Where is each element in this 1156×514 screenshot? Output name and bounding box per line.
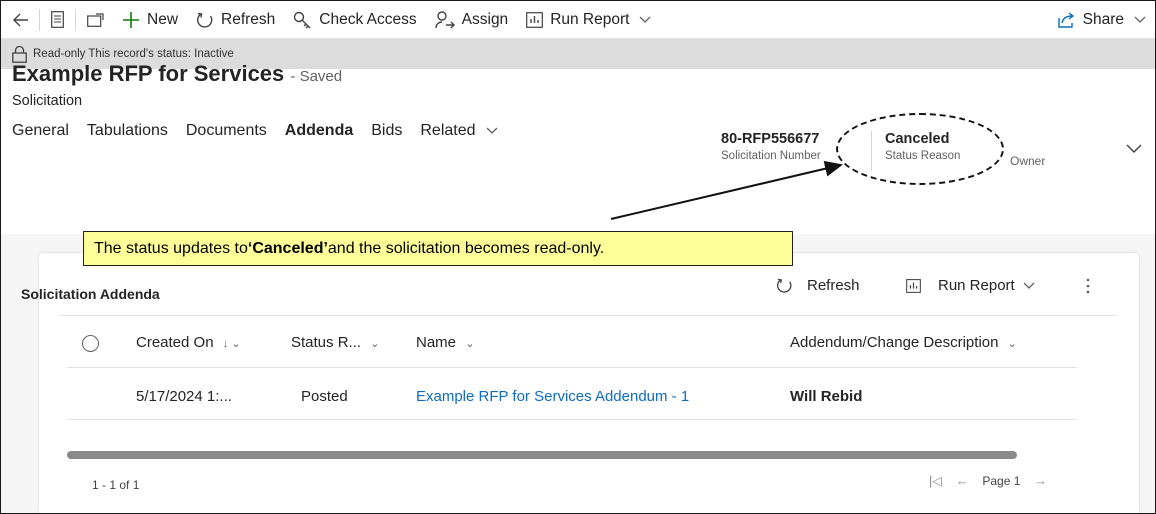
column-created-on-label: Created On	[136, 334, 214, 351]
header-row-divider	[67, 367, 1077, 368]
sort-descending-icon: ↓ ⌄	[222, 338, 241, 350]
subgrid-title: Solicitation Addenda	[21, 286, 160, 302]
tab-general[interactable]: General	[12, 122, 69, 140]
subgrid-refresh-label: Refresh	[807, 277, 860, 294]
chevron-down-icon: ⌄	[465, 338, 475, 350]
report-icon	[526, 11, 544, 28]
tab-related[interactable]: Related	[420, 122, 498, 140]
check-access-label: Check Access	[319, 10, 417, 28]
owner-label: Owner	[1010, 154, 1046, 168]
callout-prefix: The status updates to	[94, 239, 248, 257]
subgrid-refresh-button[interactable]: Refresh	[776, 277, 860, 294]
refresh-icon	[197, 12, 213, 28]
new-label: New	[147, 10, 179, 28]
assign-label: Assign	[461, 10, 509, 28]
column-name-label: Name	[416, 334, 457, 351]
tab-tabulations[interactable]: Tabulations	[87, 122, 168, 140]
chevron-down-icon	[639, 16, 651, 23]
tab-documents[interactable]: Documents	[186, 122, 267, 140]
open-in-new-window-button[interactable]	[78, 1, 113, 39]
assign-button[interactable]: Assign	[426, 1, 518, 39]
select-all-radio[interactable]	[82, 335, 99, 352]
tab-related-label: Related	[420, 122, 476, 139]
run-report-label: Run Report	[550, 10, 630, 28]
key-search-icon	[294, 11, 311, 28]
column-description-label: Addendum/Change Description	[790, 334, 999, 351]
status-highlight-ellipse	[836, 113, 1004, 185]
column-header-description[interactable]: Addendum/Change Description ⌄	[790, 334, 1017, 351]
notification-text: Read-only This record's status: Inactive	[33, 48, 234, 60]
plus-icon	[123, 11, 139, 28]
chevron-down-icon: ⌄	[370, 338, 380, 350]
record-title-text: Example RFP for Services	[12, 61, 285, 86]
chevron-down-icon	[486, 127, 498, 134]
tab-addenda[interactable]: Addenda	[285, 122, 353, 140]
horizontal-scrollbar[interactable]	[67, 451, 1017, 459]
next-page-icon[interactable]: →	[1034, 474, 1047, 488]
refresh-label: Refresh	[221, 10, 276, 28]
tab-bids[interactable]: Bids	[371, 122, 402, 140]
command-bar: New Refresh Check Access Assign Run Repo…	[1, 1, 1155, 39]
separator	[39, 8, 40, 31]
chevron-down-icon: ⌄	[1007, 338, 1017, 350]
share-label: Share	[1082, 11, 1124, 28]
cell-description: Will Rebid	[790, 388, 863, 405]
form-icon	[51, 11, 64, 28]
previous-page-icon[interactable]: ←	[956, 474, 969, 488]
callout-suffix: and the solicitation becomes read-only.	[327, 239, 605, 257]
column-header-name[interactable]: Name ⌄	[416, 334, 474, 351]
grid-divider	[59, 315, 1117, 316]
more-commands-button[interactable]	[1086, 278, 1090, 299]
solicitation-number-value: 80-RFP556677	[721, 131, 820, 147]
save-status: - Saved	[290, 68, 343, 85]
chevron-down-icon	[1023, 282, 1035, 289]
separator	[75, 8, 76, 31]
subgrid-run-report-label: Run Report	[938, 277, 1015, 294]
column-header-status-reason[interactable]: Status R... ⌄	[291, 334, 379, 351]
cell-status-reason: Posted	[301, 388, 348, 405]
new-button[interactable]: New	[113, 1, 187, 39]
record-title: Example RFP for Services - Saved	[12, 61, 342, 87]
row-divider	[67, 419, 1077, 420]
back-arrow-icon	[13, 13, 28, 26]
chevron-down-icon	[1126, 144, 1142, 153]
subgrid-run-report-button[interactable]: Run Report	[906, 277, 1035, 294]
callout-highlight: ‘Canceled’	[247, 239, 328, 257]
record-count: 1 - 1 of 1	[92, 478, 140, 492]
pop-out-icon	[87, 12, 104, 27]
chevron-down-icon	[1134, 16, 1146, 23]
check-access-button[interactable]: Check Access	[284, 1, 425, 39]
column-status-reason-label: Status R...	[291, 334, 362, 351]
refresh-button[interactable]: Refresh	[187, 1, 284, 39]
share-icon	[1057, 12, 1074, 28]
person-arrow-icon	[434, 10, 455, 28]
annotation-callout: The status updates to ‘Canceled’ and the…	[83, 231, 793, 266]
header-expand-button[interactable]	[1126, 141, 1142, 159]
form-view-button[interactable]	[42, 1, 73, 39]
cell-created-on: 5/17/2024 1:...	[136, 388, 232, 405]
form-tabs: General Tabulations Documents Addenda Bi…	[12, 122, 516, 140]
lock-icon	[12, 45, 27, 63]
back-button[interactable]	[1, 1, 37, 39]
header-field-solicitation-number: 80-RFP556677 Solicitation Number	[721, 131, 821, 162]
app-window: New Refresh Check Access Assign Run Repo…	[0, 0, 1156, 514]
first-page-icon[interactable]: |◁	[929, 473, 942, 488]
more-vertical-icon	[1086, 278, 1090, 294]
solicitation-number-label: Solicitation Number	[721, 150, 821, 162]
entity-name: Solicitation	[12, 93, 83, 109]
cell-name-link[interactable]: Example RFP for Services Addendum - 1	[416, 388, 689, 405]
refresh-icon	[776, 278, 792, 293]
run-report-button[interactable]: Run Report	[517, 1, 660, 39]
pager: |◁ ← Page 1 →	[929, 473, 1061, 489]
page-label: Page 1	[982, 473, 1021, 488]
share-button[interactable]: Share	[1049, 1, 1155, 39]
report-icon	[906, 278, 921, 293]
column-header-created-on[interactable]: Created On ↓ ⌄	[136, 334, 241, 351]
